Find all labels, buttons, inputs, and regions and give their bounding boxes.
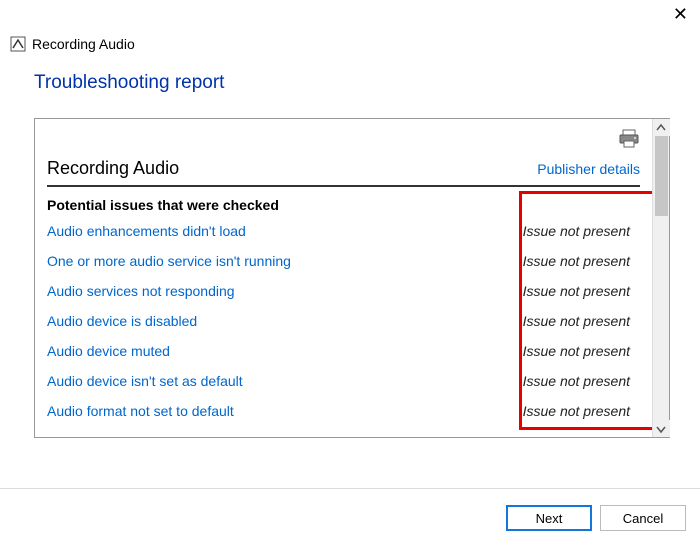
- scroll-up-arrow-icon[interactable]: [653, 119, 670, 136]
- publisher-details-link[interactable]: Publisher details: [537, 161, 640, 177]
- window-title: Recording Audio: [32, 36, 135, 52]
- footer-divider: [0, 488, 700, 489]
- issue-row: Audio device is disabled Issue not presen…: [47, 313, 640, 329]
- issue-link[interactable]: Audio services not responding: [47, 283, 235, 299]
- issue-status: Issue not present: [523, 343, 640, 359]
- issue-status: Issue not present: [523, 253, 640, 269]
- next-button[interactable]: Next: [506, 505, 592, 531]
- issues-list: Audio enhancements didn't load Issue not …: [47, 223, 640, 419]
- scrollbar-vertical[interactable]: [652, 119, 669, 437]
- issue-row: Audio format not set to default Issue not…: [47, 403, 640, 419]
- issue-status: Issue not present: [523, 313, 640, 329]
- close-icon[interactable]: ✕: [673, 4, 688, 25]
- issue-link[interactable]: Audio enhancements didn't load: [47, 223, 246, 239]
- issue-status: Issue not present: [523, 373, 640, 389]
- issue-status: Issue not present: [523, 403, 640, 419]
- page-title: Troubleshooting report: [34, 72, 670, 94]
- issue-row: Audio device muted Issue not present: [47, 343, 640, 359]
- report-body: Recording Audio Publisher details Potent…: [35, 119, 652, 437]
- issues-heading: Potential issues that were checked: [47, 197, 640, 213]
- scroll-down-arrow-icon[interactable]: [653, 420, 670, 437]
- issue-row: Audio device isn't set as default Issue n…: [47, 373, 640, 389]
- dialog-buttons: Next Cancel: [506, 505, 686, 531]
- report-panel: Recording Audio Publisher details Potent…: [34, 118, 670, 438]
- issue-link[interactable]: Audio device isn't set as default: [47, 373, 243, 389]
- title-bar: Recording Audio: [0, 0, 700, 58]
- app-icon: [10, 36, 26, 52]
- issue-row: Audio services not responding Issue not p…: [47, 283, 640, 299]
- issue-link[interactable]: Audio device is disabled: [47, 313, 197, 329]
- issue-link[interactable]: Audio device muted: [47, 343, 170, 359]
- issue-status: Issue not present: [523, 283, 640, 299]
- print-icon[interactable]: [618, 129, 640, 152]
- issue-row: One or more audio service isn't running I…: [47, 253, 640, 269]
- issue-row: Audio enhancements didn't load Issue not …: [47, 223, 640, 239]
- cancel-button[interactable]: Cancel: [600, 505, 686, 531]
- issue-link[interactable]: One or more audio service isn't running: [47, 253, 291, 269]
- issue-link[interactable]: Audio format not set to default: [47, 403, 234, 419]
- issue-status: Issue not present: [523, 223, 640, 239]
- scroll-thumb[interactable]: [655, 136, 668, 216]
- scroll-track[interactable]: [655, 136, 668, 420]
- section-title: Recording Audio: [47, 158, 179, 179]
